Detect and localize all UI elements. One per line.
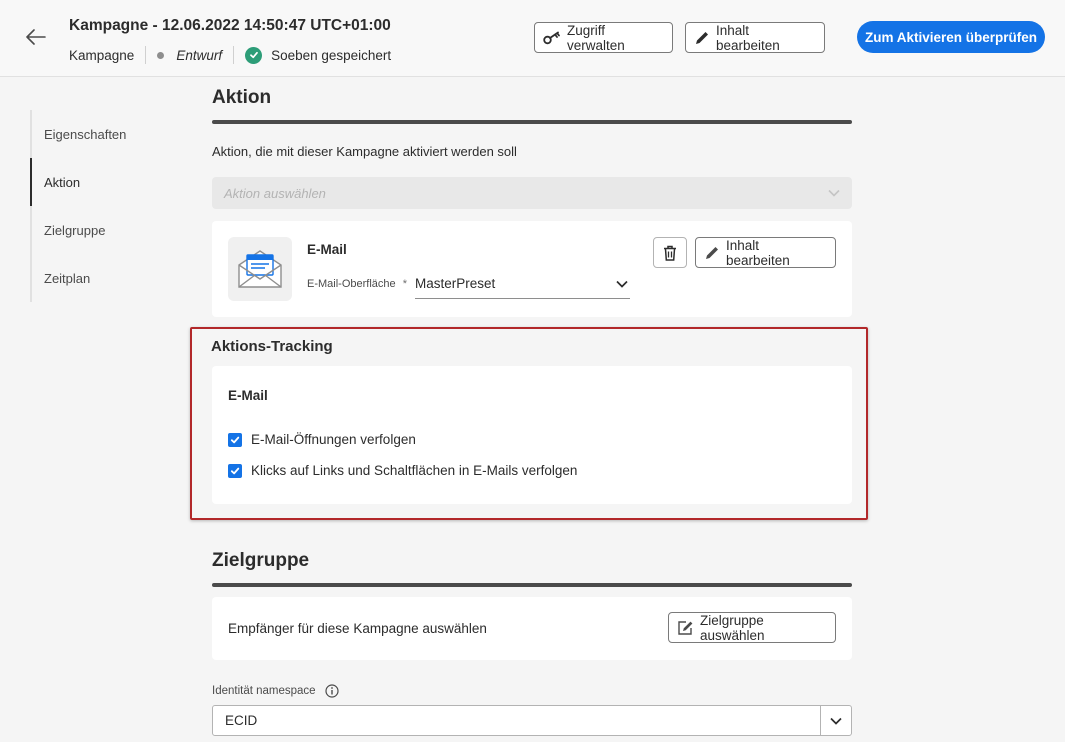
chevron-down-icon[interactable] [820,706,851,735]
action-select: Aktion auswählen [212,177,852,209]
edit-selection-icon [677,620,700,636]
audience-description: Empfänger für diese Kampagne auswählen [228,621,487,636]
nav-item-zielgruppe[interactable]: Zielgruppe [32,206,180,254]
status-badge: Entwurf [176,47,223,63]
section-divider [212,120,852,124]
select-audience-button[interactable]: Zielgruppe auswählen [668,612,836,643]
page-title: Kampagne - 12.06.2022 14:50:47 UTC+01:00 [69,17,391,34]
email-surface-select[interactable]: MasterPreset [415,269,630,299]
divider [145,46,147,64]
highlight-frame [190,327,868,520]
chevron-down-icon [616,280,628,288]
section-title-audience: Zielgruppe [212,550,310,571]
object-type-label: Kampagne [69,47,135,63]
review-to-activate-button[interactable]: Zum Aktivieren überprüfen [857,21,1045,53]
header-bar: Kampagne - 12.06.2022 14:50:47 UTC+01:00… [0,0,1065,77]
identity-namespace-label: Identität namespace [212,684,339,698]
section-nav: Eigenschaften Aktion Zielgruppe Zeitplan [30,110,180,302]
delete-action-button[interactable] [653,237,687,268]
section-divider [212,583,852,587]
audience-card: Empfänger für diese Kampagne auswählen Z… [212,597,852,660]
nav-item-aktion[interactable]: Aktion [30,158,180,206]
pencil-icon [704,245,726,261]
edit-email-content-button[interactable]: Inhalt bearbeiten [695,237,836,268]
divider [233,46,235,64]
section-title-action: Aktion [212,87,272,108]
action-description: Aktion, die mit dieser Kampagne aktivier… [212,144,517,159]
manage-access-button[interactable]: Zugriff verwalten [534,22,673,53]
edit-content-button[interactable]: Inhalt bearbeiten [685,22,825,53]
identity-namespace-combobox[interactable]: ECID [212,705,852,736]
chevron-down-icon [828,189,840,197]
checkmark-circle-icon [245,46,263,64]
status-dot-icon [157,51,165,59]
nav-item-eigenschaften[interactable]: Eigenschaften [32,110,180,158]
email-card-title: E-Mail [307,242,347,257]
saved-status-text: Soeben gespeichert [271,47,392,63]
email-surface-label: E-Mail-Oberfläche * [307,278,407,290]
email-envelope-icon [228,237,292,301]
info-icon[interactable] [324,684,339,698]
status-line: Kampagne Entwurf Soeben gespeichert [69,46,391,64]
key-icon [543,31,567,45]
nav-item-zeitplan[interactable]: Zeitplan [32,254,180,302]
back-arrow-icon[interactable] [24,26,48,48]
trash-icon [663,245,677,261]
identity-namespace-input[interactable]: ECID [213,713,820,728]
pencil-icon [694,30,716,46]
email-action-card: E-Mail E-Mail-Oberfläche * MasterPreset … [212,221,852,317]
required-mark: * [402,278,407,290]
